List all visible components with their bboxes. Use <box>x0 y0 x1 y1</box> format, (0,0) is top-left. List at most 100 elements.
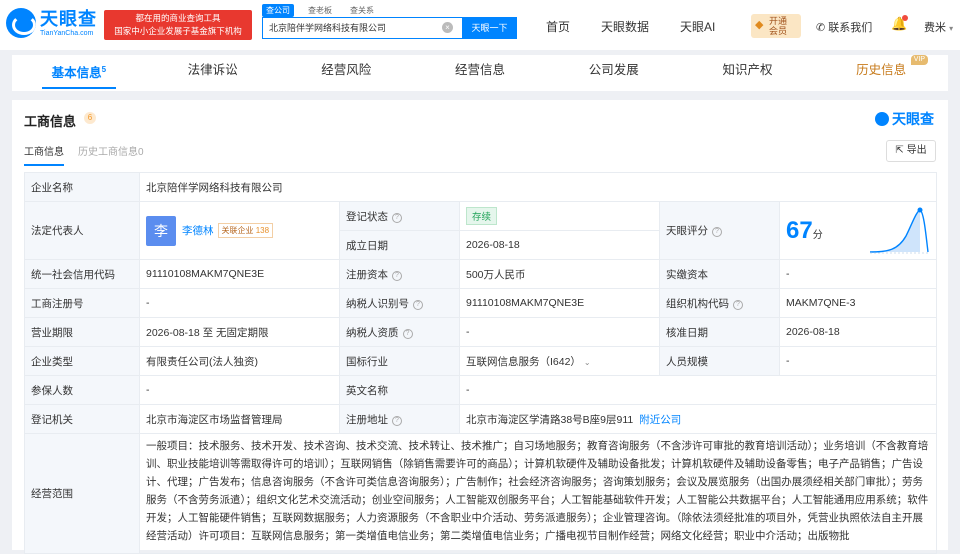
nav-tianyan-data[interactable]: 天眼数据 <box>601 18 649 35</box>
address: 北京市海淀区学清路38号B座9层911 <box>466 413 634 426</box>
score-value: 67 <box>786 216 813 244</box>
reg-no-label: 工商注册号 <box>24 288 140 318</box>
help-icon[interactable]: ? <box>392 270 402 281</box>
legal-rep-link[interactable]: 李德林 <box>182 225 214 237</box>
help-icon[interactable]: ? <box>392 415 402 426</box>
user-name: 费米 <box>924 22 946 34</box>
taxpayer-qual-label-cell: 纳税人资质? <box>339 317 460 347</box>
search-input[interactable]: 北京陪伴学网络科技有限公司 <box>262 17 462 39</box>
top-bar: 天眼查 TianYanCha.com 都在用的商业查询工具 国家中小企业发展子基… <box>0 0 960 50</box>
table-row: 营业期限 2026-08-18 至 无固定期限 纳税人资质? - 核准日期 20… <box>24 317 938 347</box>
approve-date: 2026-08-18 <box>778 317 938 347</box>
score-label: 天眼评分 <box>666 225 708 237</box>
industry: 互联网信息服务（I642） <box>466 355 581 368</box>
contact-link[interactable]: ✆ 联系我们 <box>816 19 872 35</box>
tab-label: 基本信息 <box>51 66 102 81</box>
help-icon[interactable]: ? <box>733 299 743 310</box>
clear-icon[interactable]: × <box>442 22 453 33</box>
vip-line-2: 会员 <box>769 26 788 36</box>
type: 有限责任公司(法人独资) <box>139 346 340 376</box>
org-code-label-cell: 组织机构代码? <box>659 288 780 318</box>
tab-label: 历史信息 <box>856 63 907 77</box>
diamond-icon: ◆ <box>755 19 764 31</box>
contact-label: 联系我们 <box>828 22 873 34</box>
reg-capital: 500万人民币 <box>459 259 660 289</box>
vip-line-1: 开通 <box>769 16 788 26</box>
tab-basic-info[interactable]: 基本信息5 <box>12 55 146 91</box>
help-icon[interactable]: ? <box>413 299 423 310</box>
tab-history[interactable]: 历史信息 VIP <box>814 55 948 91</box>
company-name: 北京陪伴学网络科技有限公司 <box>138 172 938 202</box>
taxpayer-id-label: 纳税人识别号 <box>346 297 409 310</box>
staff: - <box>778 346 938 376</box>
term-label: 营业期限 <box>24 317 140 347</box>
reg-no: - <box>139 288 340 318</box>
tab-operation[interactable]: 经营信息 <box>413 55 547 91</box>
reg-status-cell: 存续 <box>459 201 660 231</box>
authority: 北京市海淀区市场监督管理局 <box>139 404 340 434</box>
sub-tabs: 工商信息 历史工商信息0 <box>24 143 144 166</box>
search-button[interactable]: 天眼一下 <box>462 17 517 39</box>
scope-label: 经营范围 <box>24 433 140 554</box>
help-icon[interactable]: ? <box>712 227 722 237</box>
table-row: 工商注册号 - 纳税人识别号? 91110108MAKM7QNE3E 组织机构代… <box>24 288 938 318</box>
table-row: 经营范围 一般项目：技术服务、技术开发、技术咨询、技术交流、技术转让、技术推广；… <box>24 433 938 554</box>
type-label: 企业类型 <box>24 346 140 376</box>
tianyancha-logo[interactable]: 天眼查 TianYanCha.com <box>6 8 97 38</box>
tab-ip[interactable]: 知识产权 <box>681 55 815 91</box>
tab-development[interactable]: 公司发展 <box>547 55 681 91</box>
reg-status-label: 登记状态 <box>346 210 388 223</box>
card-count-badge: 6 <box>84 112 96 124</box>
org-code-label: 组织机构代码 <box>666 297 729 310</box>
industry-cell[interactable]: 互联网信息服务（I642） ⌄ <box>459 346 660 376</box>
section-tabs: 基本信息5 法律诉讼 经营风险 经营信息 公司发展 知识产权 历史信息 VIP <box>12 55 948 91</box>
term: 2026-08-18 至 无固定期限 <box>139 317 340 347</box>
business-info-card: 工商信息 6 天眼查 工商信息 历史工商信息0 ⇱ 导出 企业名称 北京陪伴学网… <box>12 100 948 554</box>
status-badge: 存续 <box>466 207 498 225</box>
score-cell[interactable]: 67分 <box>778 201 938 260</box>
promo-line-2: 国家中小企业发展子基金旗下机构 <box>114 26 242 36</box>
nearby-companies-link[interactable]: 附近公司 <box>639 414 681 426</box>
en-name: - <box>458 375 938 405</box>
business-info-table: 企业名称 北京陪伴学网络科技有限公司 法定代表人 李李德林 关联企业 138 登记… <box>24 172 938 554</box>
related-company-badge[interactable]: 关联企业 138 <box>217 223 274 238</box>
nav-home[interactable]: 首页 <box>546 18 570 35</box>
table-row: 企业类型 有限责任公司(法人独资) 国标行业 互联网信息服务（I642） ⌄ 人… <box>24 346 938 376</box>
promo-banner[interactable]: 都在用的商业查询工具 国家中小企业发展子基金旗下机构 <box>104 10 252 40</box>
taxpayer-qual: - <box>459 317 660 347</box>
related-count: 138 <box>255 226 270 235</box>
search-tab-company[interactable]: 查公司 <box>262 4 294 17</box>
tab-legal[interactable]: 法律诉讼 <box>146 55 280 91</box>
promo-line-1: 都在用的商业查询工具 <box>135 13 221 23</box>
export-button[interactable]: ⇱ 导出 <box>886 140 936 162</box>
score-distribution-chart <box>870 207 929 254</box>
table-row: 法定代表人 李李德林 关联企业 138 登记状态? 存续 天眼评分? 67分 <box>24 201 938 260</box>
subtab-business-info[interactable]: 工商信息 <box>24 143 64 166</box>
avatar: 李 <box>146 215 176 246</box>
address-label: 注册地址 <box>346 413 388 426</box>
vip-tag: VIP <box>910 55 929 65</box>
tab-risk[interactable]: 经营风险 <box>279 55 413 91</box>
address-label-cell: 注册地址? <box>339 404 460 434</box>
table-row: 参保人数 - 英文名称 - <box>24 375 938 405</box>
help-icon[interactable]: ? <box>402 328 413 339</box>
legal-rep-cell: 李李德林 关联企业 138 <box>139 201 340 260</box>
search-tab-relation[interactable]: 查关系 <box>346 4 378 17</box>
search-tab-boss[interactable]: 查老板 <box>304 4 336 17</box>
taxpayer-qual-label: 纳税人资质 <box>346 326 399 339</box>
credit-code: 91110108MAKM7QNE3E <box>139 259 340 289</box>
chevron-down-icon: ⌄ <box>583 357 591 367</box>
phone-icon: ✆ <box>816 22 826 34</box>
table-row: 统一社会信用代码 91110108MAKM7QNE3E 注册资本? 500万人民… <box>24 259 938 289</box>
help-icon[interactable]: ? <box>392 212 402 223</box>
vip-button[interactable]: ◆ 开通 会员 <box>751 14 801 38</box>
taxpayer-id: 91110108MAKM7QNE3E <box>459 288 660 318</box>
export-label: 导出 <box>906 145 927 156</box>
insured-label: 参保人数 <box>24 375 140 405</box>
nav-tianyan-ai[interactable]: 天眼AI <box>680 18 715 35</box>
reg-capital-label-cell: 注册资本? <box>339 259 460 289</box>
subtab-history[interactable]: 历史工商信息0 <box>78 143 144 166</box>
staff-label: 人员规模 <box>659 346 780 376</box>
insured: - <box>139 375 340 405</box>
user-menu[interactable]: 费米 ▾ <box>924 19 953 35</box>
